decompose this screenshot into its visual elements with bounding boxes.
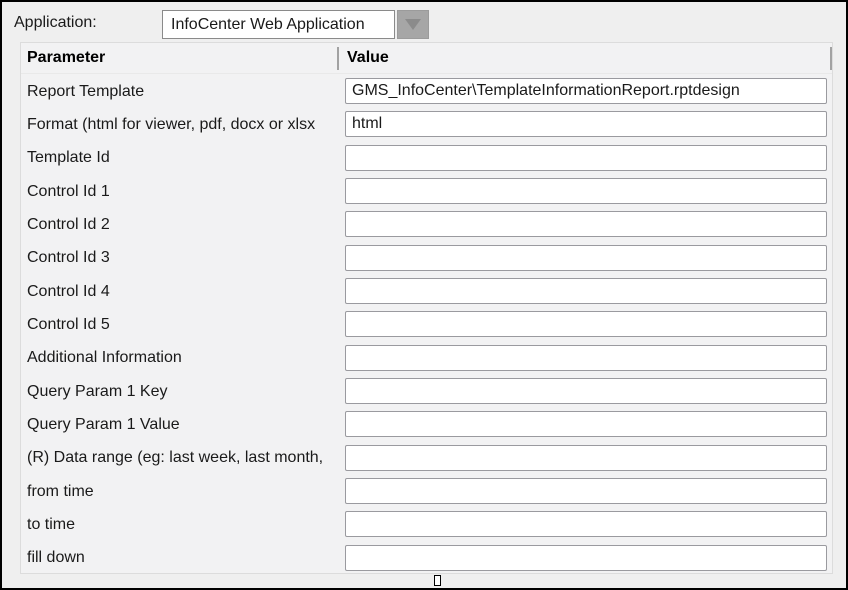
parameter-label: fill down	[27, 549, 85, 567]
table-row: Control Id 2	[21, 208, 832, 241]
application-window: Application: InfoCenter Web Application …	[0, 0, 848, 590]
parameter-label: Control Id 3	[27, 249, 110, 267]
value-input[interactable]	[345, 511, 827, 537]
parameter-label: Control Id 4	[27, 283, 110, 301]
parameter-label: Template Id	[27, 149, 110, 167]
value-input[interactable]	[345, 278, 827, 304]
application-label: Application:	[14, 14, 97, 32]
value-input[interactable]	[345, 245, 827, 271]
parameter-label: Format (html for viewer, pdf, docx or xl…	[27, 116, 315, 134]
column-divider	[830, 47, 832, 70]
table-row: Control Id 4	[21, 275, 832, 308]
horizontal-scrollbar-thumb[interactable]	[434, 575, 441, 586]
table-row: Template Id	[21, 142, 832, 175]
table-row: Control Id 3	[21, 242, 832, 275]
application-dropdown-button[interactable]	[397, 10, 429, 39]
value-input[interactable]	[345, 545, 827, 571]
value-input[interactable]	[345, 178, 827, 204]
parameter-label: to time	[27, 516, 75, 534]
value-column-header: Value	[347, 49, 389, 67]
table-row: from time	[21, 475, 832, 508]
parameter-label: Additional Information	[27, 349, 182, 367]
value-input[interactable]	[345, 378, 827, 404]
value-input[interactable]	[345, 478, 827, 504]
parameter-label: Control Id 1	[27, 183, 110, 201]
application-dropdown[interactable]: InfoCenter Web Application	[162, 10, 429, 39]
value-input[interactable]	[345, 78, 827, 104]
application-dropdown-value[interactable]: InfoCenter Web Application	[162, 10, 395, 39]
table-header: Parameter Value	[21, 43, 832, 74]
parameter-label: Query Param 1 Value	[27, 416, 180, 434]
table-row: to time	[21, 508, 832, 541]
value-input[interactable]	[345, 411, 827, 437]
parameter-label: Report Template	[27, 83, 144, 101]
value-input[interactable]	[345, 145, 827, 171]
parameter-table: Parameter Value Report Template Format (…	[20, 42, 833, 574]
table-row: Additional Information	[21, 342, 832, 375]
value-input[interactable]	[345, 445, 827, 471]
dropdown-arrow-icon	[405, 19, 421, 30]
table-row: fill down	[21, 542, 832, 575]
value-input[interactable]	[345, 311, 827, 337]
parameter-column-header: Parameter	[27, 49, 105, 67]
value-input[interactable]	[345, 111, 827, 137]
table-row: (R) Data range (eg: last week, last mont…	[21, 442, 832, 475]
value-input[interactable]	[345, 345, 827, 371]
parameter-label: Control Id 5	[27, 316, 110, 334]
table-rows: Report Template Format (html for viewer,…	[21, 75, 832, 575]
parameter-label: Query Param 1 Key	[27, 383, 168, 401]
value-input[interactable]	[345, 211, 827, 237]
table-row: Control Id 1	[21, 175, 832, 208]
table-row: Control Id 5	[21, 308, 832, 341]
parameter-label: (R) Data range (eg: last week, last mont…	[27, 449, 323, 467]
parameter-label: from time	[27, 483, 94, 501]
column-divider	[337, 47, 339, 70]
parameter-label: Control Id 2	[27, 216, 110, 234]
table-row: Query Param 1 Key	[21, 375, 832, 408]
table-row: Query Param 1 Value	[21, 408, 832, 441]
table-row: Format (html for viewer, pdf, docx or xl…	[21, 108, 832, 141]
table-row: Report Template	[21, 75, 832, 108]
